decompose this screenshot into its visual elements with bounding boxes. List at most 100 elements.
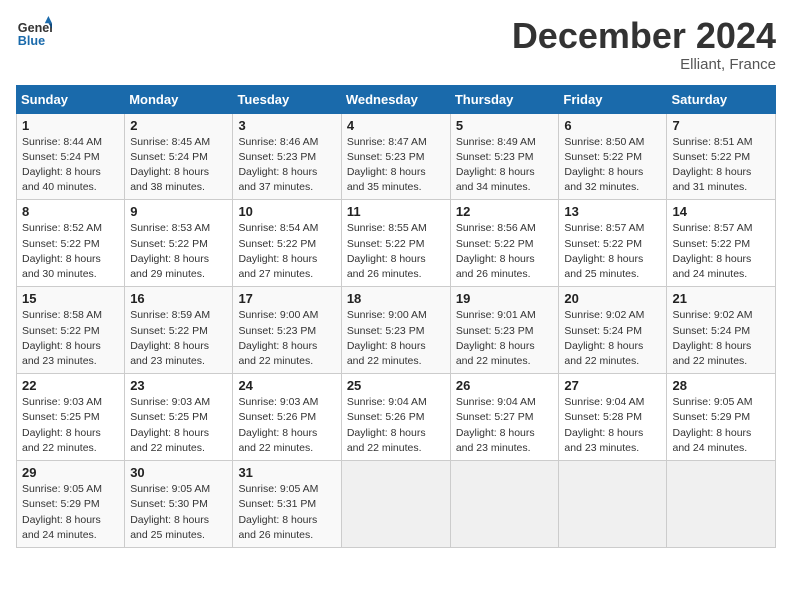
- month-title: December 2024: [512, 16, 776, 56]
- day-info: Sunrise: 8:59 AM Sunset: 5:22 PM Dayligh…: [130, 308, 227, 369]
- calendar-cell: 24 Sunrise: 9:03 AM Sunset: 5:26 PM Dayli…: [233, 374, 341, 461]
- calendar-cell: 2 Sunrise: 8:45 AM Sunset: 5:24 PM Daylig…: [125, 113, 233, 200]
- calendar-cell: 30 Sunrise: 9:05 AM Sunset: 5:30 PM Dayli…: [125, 461, 233, 548]
- day-of-week-header: Saturday: [667, 85, 776, 113]
- day-number: 18: [347, 291, 445, 306]
- calendar-header-row: SundayMondayTuesdayWednesdayThursdayFrid…: [17, 85, 776, 113]
- day-info: Sunrise: 8:57 AM Sunset: 5:22 PM Dayligh…: [564, 221, 661, 282]
- day-info: Sunrise: 9:05 AM Sunset: 5:30 PM Dayligh…: [130, 482, 227, 543]
- calendar-cell: 10 Sunrise: 8:54 AM Sunset: 5:22 PM Dayli…: [233, 200, 341, 287]
- day-number: 10: [238, 204, 335, 219]
- day-info: Sunrise: 8:50 AM Sunset: 5:22 PM Dayligh…: [564, 135, 661, 196]
- day-info: Sunrise: 9:03 AM Sunset: 5:25 PM Dayligh…: [22, 395, 119, 456]
- day-of-week-header: Friday: [559, 85, 667, 113]
- day-info: Sunrise: 9:02 AM Sunset: 5:24 PM Dayligh…: [672, 308, 770, 369]
- day-number: 5: [456, 118, 554, 133]
- logo-icon: General Blue: [16, 16, 52, 52]
- calendar-week-row: 15 Sunrise: 8:58 AM Sunset: 5:22 PM Dayli…: [17, 287, 776, 374]
- day-info: Sunrise: 8:57 AM Sunset: 5:22 PM Dayligh…: [672, 221, 770, 282]
- day-number: 24: [238, 378, 335, 393]
- svg-text:Blue: Blue: [18, 34, 45, 48]
- day-info: Sunrise: 9:00 AM Sunset: 5:23 PM Dayligh…: [238, 308, 335, 369]
- day-number: 20: [564, 291, 661, 306]
- day-info: Sunrise: 8:44 AM Sunset: 5:24 PM Dayligh…: [22, 135, 119, 196]
- calendar-cell: 26Sunrise: 9:04 AM Sunset: 5:27 PM Dayli…: [450, 374, 559, 461]
- calendar-cell: 28Sunrise: 9:05 AM Sunset: 5:29 PM Dayli…: [667, 374, 776, 461]
- day-of-week-header: Thursday: [450, 85, 559, 113]
- calendar-cell: 7Sunrise: 8:51 AM Sunset: 5:22 PM Daylig…: [667, 113, 776, 200]
- calendar-cell: 5 Sunrise: 8:49 AM Sunset: 5:23 PM Daylig…: [450, 113, 559, 200]
- day-info: Sunrise: 8:53 AM Sunset: 5:22 PM Dayligh…: [130, 221, 227, 282]
- day-info: Sunrise: 8:46 AM Sunset: 5:23 PM Dayligh…: [238, 135, 335, 196]
- day-number: 23: [130, 378, 227, 393]
- day-number: 11: [347, 204, 445, 219]
- calendar-cell: 21 Sunrise: 9:02 AM Sunset: 5:24 PM Dayli…: [667, 287, 776, 374]
- day-number: 2: [130, 118, 227, 133]
- day-info: Sunrise: 9:02 AM Sunset: 5:24 PM Dayligh…: [564, 308, 661, 369]
- calendar-cell: 23Sunrise: 9:03 AM Sunset: 5:25 PM Dayli…: [125, 374, 233, 461]
- day-number: 21: [672, 291, 770, 306]
- day-number: 8: [22, 204, 119, 219]
- calendar-cell: 16 Sunrise: 8:59 AM Sunset: 5:22 PM Dayli…: [125, 287, 233, 374]
- calendar-cell: [667, 461, 776, 548]
- day-of-week-header: Tuesday: [233, 85, 341, 113]
- calendar-cell: 25Sunrise: 9:04 AM Sunset: 5:26 PM Dayli…: [341, 374, 450, 461]
- day-number: 6: [564, 118, 661, 133]
- calendar-cell: 6 Sunrise: 8:50 AM Sunset: 5:22 PM Daylig…: [559, 113, 667, 200]
- day-number: 27: [564, 378, 661, 393]
- day-info: Sunrise: 8:55 AM Sunset: 5:22 PM Dayligh…: [347, 221, 445, 282]
- calendar-cell: [559, 461, 667, 548]
- calendar-cell: 13 Sunrise: 8:57 AM Sunset: 5:22 PM Dayli…: [559, 200, 667, 287]
- day-info: Sunrise: 9:00 AM Sunset: 5:23 PM Dayligh…: [347, 308, 445, 369]
- day-info: Sunrise: 9:01 AM Sunset: 5:23 PM Dayligh…: [456, 308, 554, 369]
- day-number: 17: [238, 291, 335, 306]
- calendar-cell: 12 Sunrise: 8:56 AM Sunset: 5:22 PM Dayli…: [450, 200, 559, 287]
- day-info: Sunrise: 8:56 AM Sunset: 5:22 PM Dayligh…: [456, 221, 554, 282]
- day-info: Sunrise: 9:05 AM Sunset: 5:31 PM Dayligh…: [238, 482, 335, 543]
- calendar-cell: 1 Sunrise: 8:44 AM Sunset: 5:24 PM Daylig…: [17, 113, 125, 200]
- location: Elliant, France: [512, 56, 776, 73]
- day-info: Sunrise: 8:47 AM Sunset: 5:23 PM Dayligh…: [347, 135, 445, 196]
- day-number: 16: [130, 291, 227, 306]
- day-number: 12: [456, 204, 554, 219]
- day-info: Sunrise: 9:05 AM Sunset: 5:29 PM Dayligh…: [22, 482, 119, 543]
- calendar-week-row: 8Sunrise: 8:52 AM Sunset: 5:22 PM Daylig…: [17, 200, 776, 287]
- day-info: Sunrise: 8:45 AM Sunset: 5:24 PM Dayligh…: [130, 135, 227, 196]
- day-number: 1: [22, 118, 119, 133]
- day-number: 4: [347, 118, 445, 133]
- day-info: Sunrise: 8:49 AM Sunset: 5:23 PM Dayligh…: [456, 135, 554, 196]
- calendar-cell: 22 Sunrise: 9:03 AM Sunset: 5:25 PM Dayli…: [17, 374, 125, 461]
- day-info: Sunrise: 9:03 AM Sunset: 5:26 PM Dayligh…: [238, 395, 335, 456]
- day-number: 22: [22, 378, 119, 393]
- calendar-cell: 3 Sunrise: 8:46 AM Sunset: 5:23 PM Daylig…: [233, 113, 341, 200]
- day-info: Sunrise: 8:58 AM Sunset: 5:22 PM Dayligh…: [22, 308, 119, 369]
- calendar-cell: 31 Sunrise: 9:05 AM Sunset: 5:31 PM Dayli…: [233, 461, 341, 548]
- calendar-cell: 20 Sunrise: 9:02 AM Sunset: 5:24 PM Dayli…: [559, 287, 667, 374]
- header: General Blue December 2024 Elliant, Fran…: [16, 16, 776, 73]
- day-number: 29: [22, 465, 119, 480]
- day-info: Sunrise: 8:54 AM Sunset: 5:22 PM Dayligh…: [238, 221, 335, 282]
- day-number: 3: [238, 118, 335, 133]
- day-info: Sunrise: 9:04 AM Sunset: 5:27 PM Dayligh…: [456, 395, 554, 456]
- calendar-cell: [450, 461, 559, 548]
- calendar-week-row: 29 Sunrise: 9:05 AM Sunset: 5:29 PM Dayli…: [17, 461, 776, 548]
- day-info: Sunrise: 9:04 AM Sunset: 5:26 PM Dayligh…: [347, 395, 445, 456]
- logo: General Blue: [16, 16, 52, 52]
- day-number: 30: [130, 465, 227, 480]
- day-number: 15: [22, 291, 119, 306]
- calendar-week-row: 1 Sunrise: 8:44 AM Sunset: 5:24 PM Daylig…: [17, 113, 776, 200]
- calendar-cell: 19Sunrise: 9:01 AM Sunset: 5:23 PM Dayli…: [450, 287, 559, 374]
- calendar-cell: 14 Sunrise: 8:57 AM Sunset: 5:22 PM Dayli…: [667, 200, 776, 287]
- day-number: 13: [564, 204, 661, 219]
- title-area: December 2024 Elliant, France: [512, 16, 776, 73]
- calendar-cell: 15 Sunrise: 8:58 AM Sunset: 5:22 PM Dayli…: [17, 287, 125, 374]
- day-number: 14: [672, 204, 770, 219]
- calendar-cell: 29 Sunrise: 9:05 AM Sunset: 5:29 PM Dayli…: [17, 461, 125, 548]
- day-number: 28: [672, 378, 770, 393]
- calendar-week-row: 22 Sunrise: 9:03 AM Sunset: 5:25 PM Dayli…: [17, 374, 776, 461]
- calendar-cell: 11 Sunrise: 8:55 AM Sunset: 5:22 PM Dayli…: [341, 200, 450, 287]
- day-of-week-header: Sunday: [17, 85, 125, 113]
- day-info: Sunrise: 8:51 AM Sunset: 5:22 PM Dayligh…: [672, 135, 770, 196]
- day-number: 31: [238, 465, 335, 480]
- calendar-cell: [341, 461, 450, 548]
